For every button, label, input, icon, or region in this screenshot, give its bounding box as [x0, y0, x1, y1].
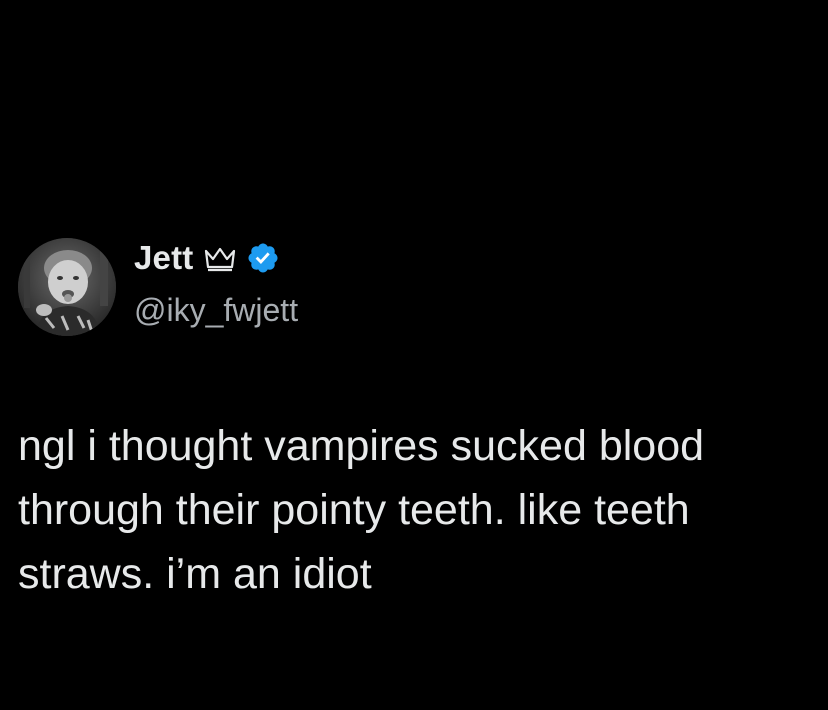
- tweet-card: Jett @iky_fwjett ngl i thought vampires …: [0, 0, 828, 710]
- verified-badge-icon[interactable]: [246, 241, 280, 275]
- author-name-row: Jett: [134, 236, 280, 280]
- crown-icon: [202, 243, 238, 273]
- avatar[interactable]: [18, 238, 116, 336]
- tweet-text: ngl i thought vampires sucked blood thro…: [18, 422, 705, 598]
- avatar-photo: [18, 238, 116, 336]
- display-name[interactable]: Jett: [134, 239, 194, 277]
- author-handle[interactable]: @iky_fwjett: [134, 292, 298, 329]
